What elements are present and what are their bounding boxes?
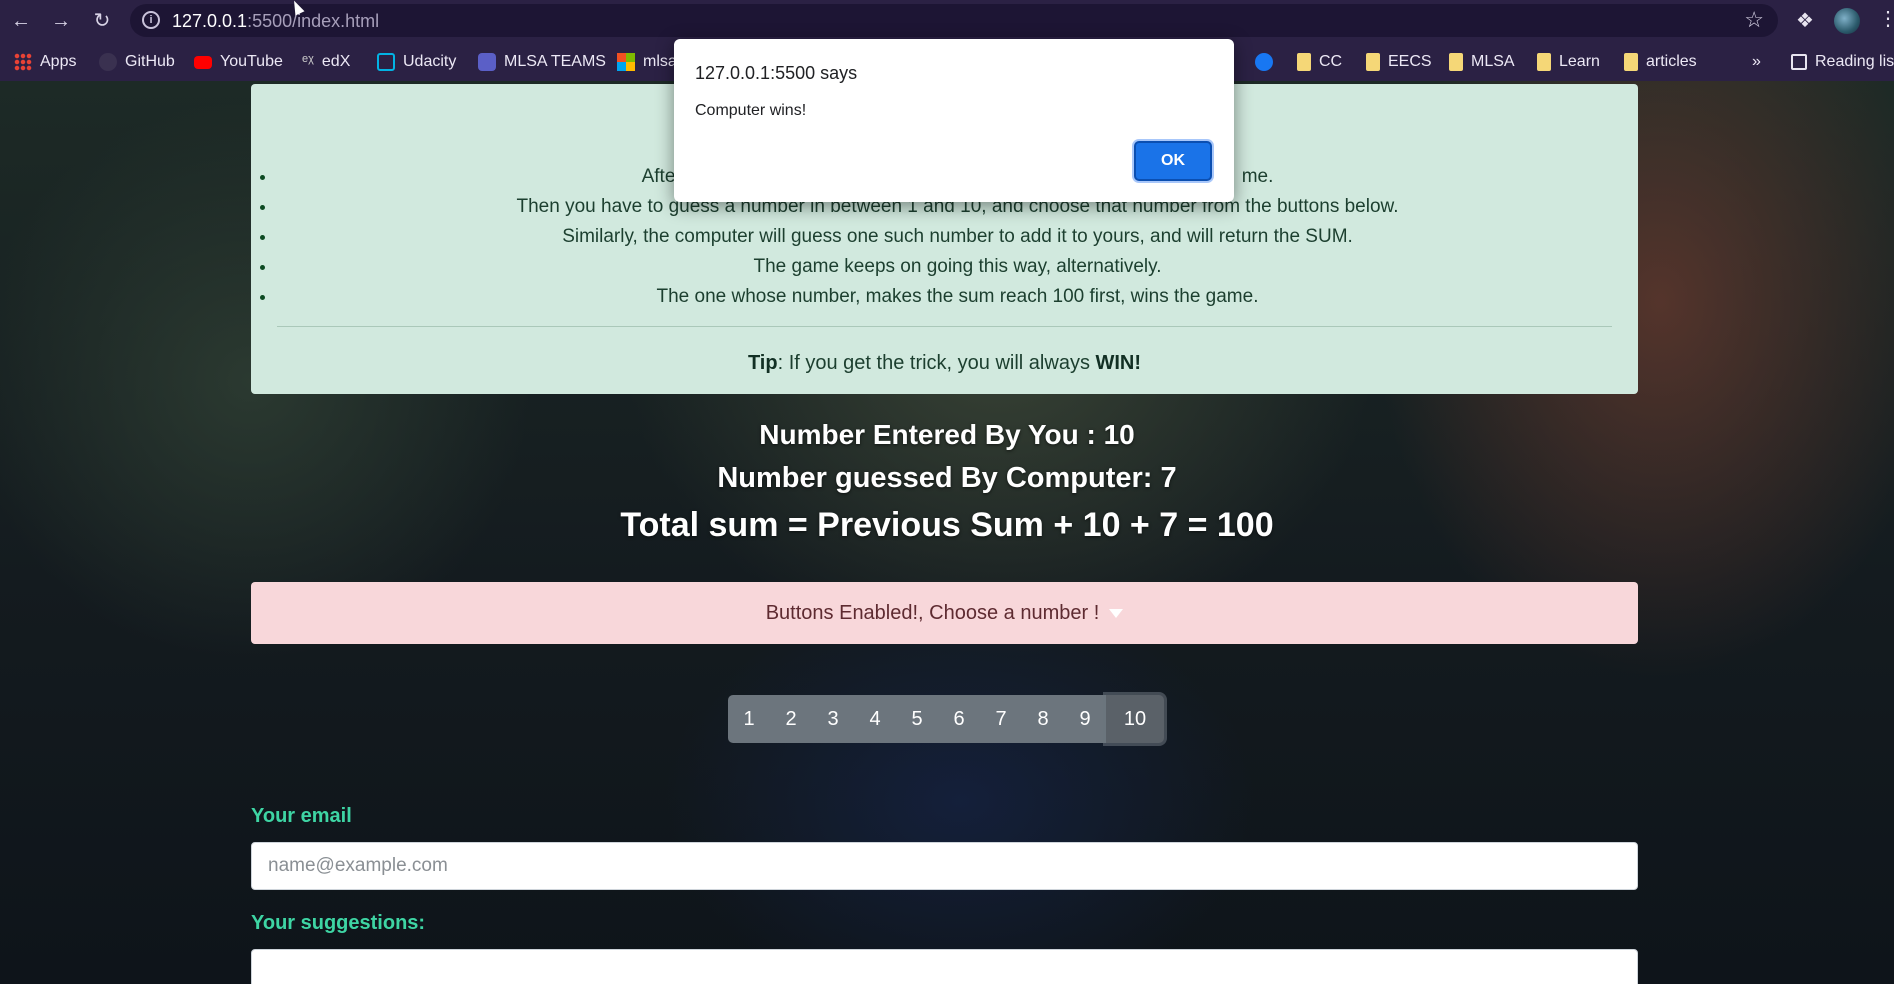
number-button-10[interactable]: 10 bbox=[1106, 695, 1164, 743]
folder-icon bbox=[1449, 53, 1463, 71]
forward-arrow-icon[interactable]: → bbox=[48, 8, 74, 34]
site-info-icon[interactable]: i bbox=[142, 11, 160, 29]
bookmark-udacity[interactable]: Udacity bbox=[377, 51, 456, 73]
alert-title: 127.0.0.1:5500 says bbox=[695, 63, 858, 83]
bookmark-edx[interactable]: eχ edX bbox=[302, 51, 350, 73]
suggestions-label: Your suggestions: bbox=[251, 912, 426, 934]
user-number-text: Number Entered By You : 10 bbox=[759, 419, 1135, 450]
tip-body: : If you get the trick, you will always bbox=[777, 352, 1096, 374]
number-button-2[interactable]: 2 bbox=[770, 695, 812, 743]
divider bbox=[277, 326, 1612, 327]
bookmark-mlsa-ms[interactable]: mlsa bbox=[617, 51, 677, 73]
extensions-icon[interactable]: ❖ bbox=[1796, 8, 1814, 33]
caret-down-icon bbox=[1109, 609, 1124, 619]
tip-label: Tip bbox=[747, 352, 778, 374]
bookmark-label: edX bbox=[321, 53, 351, 70]
ok-button[interactable]: OK bbox=[1134, 141, 1212, 181]
bookmark-github[interactable]: GitHub bbox=[99, 51, 175, 73]
folder-icon bbox=[1297, 53, 1311, 71]
bookmark-label: EECS bbox=[1388, 53, 1432, 70]
number-button-8[interactable]: 8 bbox=[1022, 695, 1064, 743]
computer-number-text: Number guessed By Computer: 7 bbox=[717, 462, 1177, 494]
bookmark-label: YouTube bbox=[220, 53, 283, 70]
rule-item: The game keeps on going this way, altern… bbox=[277, 252, 1638, 282]
apps-grid-icon bbox=[14, 53, 32, 71]
bookmark-folder-articles[interactable]: articles bbox=[1624, 51, 1697, 73]
github-icon bbox=[99, 53, 117, 71]
bookmark-label: GitHub bbox=[125, 53, 175, 70]
bookmark-label: Apps bbox=[40, 53, 77, 70]
number-button-group: 1 2 3 4 5 6 7 8 9 10 bbox=[728, 695, 1164, 745]
number-button-5[interactable]: 5 bbox=[896, 695, 938, 743]
reading-list-label: Reading list bbox=[1815, 53, 1894, 70]
folder-icon bbox=[1537, 53, 1551, 71]
bookmark-mlsa-teams[interactable]: MLSA TEAMS bbox=[478, 51, 606, 73]
udacity-icon bbox=[377, 53, 395, 71]
rule-text: The one whose number, makes the sum reac… bbox=[656, 286, 1259, 307]
status-text: Buttons Enabled!, Choose a number ! bbox=[765, 602, 1100, 624]
address-bar[interactable]: i 127.0.0.1:5500/index.html ☆ bbox=[130, 4, 1778, 37]
bookmark-label: articles bbox=[1646, 53, 1697, 70]
edx-icon: eχ bbox=[302, 53, 314, 65]
bookmark-label: MLSA TEAMS bbox=[504, 53, 606, 70]
number-button-6[interactable]: 6 bbox=[938, 695, 980, 743]
address-url[interactable]: 127.0.0.1:5500/index.html bbox=[172, 11, 379, 32]
bookmark-folder-cc[interactable]: CC bbox=[1297, 51, 1342, 73]
bookmark-folder-mlsa[interactable]: MLSA bbox=[1449, 51, 1515, 73]
microsoft-icon bbox=[617, 53, 635, 71]
bookmark-apps[interactable]: Apps bbox=[14, 51, 76, 73]
rule-text-tail: me. bbox=[1241, 166, 1274, 187]
rule-item: Similarly, the computer will guess one s… bbox=[277, 222, 1638, 252]
tip-win: WIN! bbox=[1095, 352, 1142, 374]
bookmark-youtube[interactable]: YouTube bbox=[194, 51, 283, 73]
folder-icon bbox=[1624, 53, 1638, 71]
number-button-7[interactable]: 7 bbox=[980, 695, 1022, 743]
number-button-4[interactable]: 4 bbox=[854, 695, 896, 743]
number-button-9[interactable]: 9 bbox=[1064, 695, 1106, 743]
bookmark-label: CC bbox=[1319, 53, 1343, 70]
bookmark-folder-learn[interactable]: Learn bbox=[1537, 51, 1600, 73]
bookmark-folder-eecs[interactable]: EECS bbox=[1366, 51, 1432, 73]
reading-list-icon bbox=[1791, 54, 1807, 70]
suggestions-textarea[interactable] bbox=[251, 949, 1638, 984]
rule-item: The one whose number, makes the sum reac… bbox=[277, 282, 1638, 312]
profile-avatar[interactable] bbox=[1834, 8, 1860, 34]
bookmark-label: MLSA bbox=[1471, 53, 1515, 70]
back-arrow-icon[interactable]: ← bbox=[8, 8, 34, 34]
page-viewport: Afterme. Then you have to guess a number… bbox=[0, 81, 1894, 984]
alert-message: Computer wins! bbox=[695, 102, 807, 119]
bookmark-label: Udacity bbox=[403, 53, 457, 70]
bookmark-label: mlsa bbox=[643, 53, 677, 70]
rule-text: Similarly, the computer will guess one s… bbox=[562, 226, 1353, 247]
tip-text: Tip: If you get the trick, you will alwa… bbox=[251, 352, 1638, 375]
bookmark-star-icon[interactable]: ☆ bbox=[1744, 7, 1764, 33]
number-button-1[interactable]: 1 bbox=[728, 695, 770, 743]
total-sum-text: Total sum = Previous Sum + 10 + 7 = 100 bbox=[620, 506, 1274, 544]
browser-menu-icon[interactable]: ⋮ bbox=[1878, 6, 1894, 31]
alert-dialog: 127.0.0.1:5500 says Computer wins! OK bbox=[674, 39, 1234, 202]
overflow-chevron-icon: » bbox=[1752, 53, 1761, 70]
email-field[interactable] bbox=[251, 842, 1638, 890]
rule-text: The game keeps on going this way, altern… bbox=[753, 256, 1162, 277]
bookmark-facebook[interactable] bbox=[1255, 51, 1273, 73]
folder-icon bbox=[1366, 53, 1380, 71]
teams-icon bbox=[478, 53, 496, 71]
youtube-icon bbox=[194, 55, 212, 69]
reload-icon[interactable]: ↻ bbox=[89, 8, 115, 34]
bookmark-label: Learn bbox=[1559, 53, 1600, 70]
email-label: Your email bbox=[251, 805, 352, 827]
number-button-3[interactable]: 3 bbox=[812, 695, 854, 743]
browser-toolbar: ← → ↻ i 127.0.0.1:5500/index.html ☆ ❖ ⋮ bbox=[0, 0, 1894, 41]
facebook-icon bbox=[1255, 53, 1273, 71]
reading-list-button[interactable]: Reading list bbox=[1791, 51, 1894, 73]
bookmarks-overflow-button[interactable]: » bbox=[1752, 51, 1761, 73]
status-alert[interactable]: Buttons Enabled!, Choose a number ! bbox=[251, 582, 1638, 644]
